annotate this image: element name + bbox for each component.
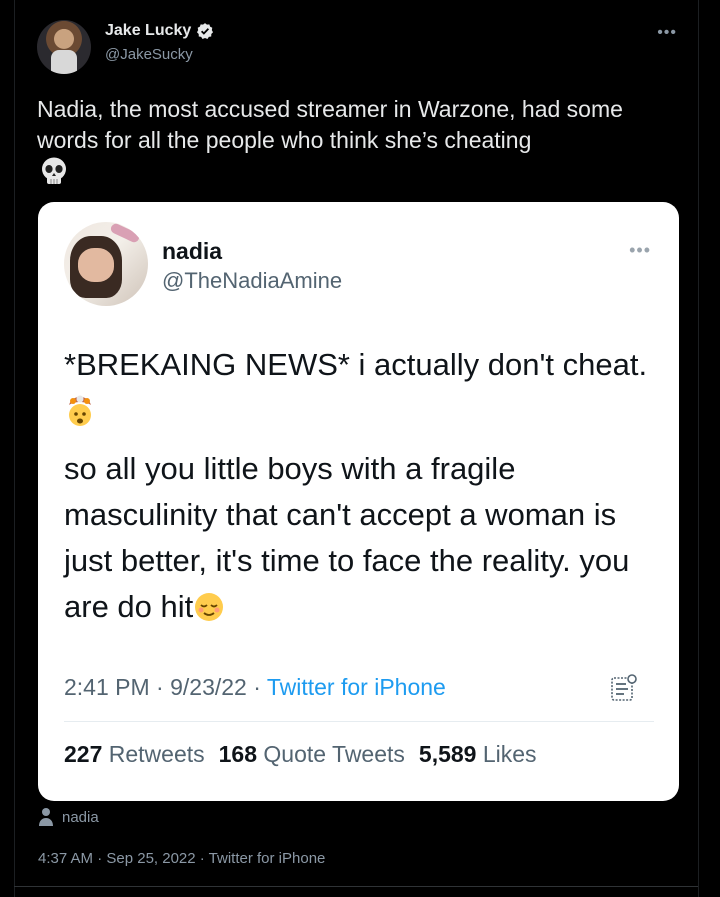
outer-tweet-timestamp[interactable]: 4:37 AM · Sep 25, 2022 · Twitter for iPh… — [38, 850, 325, 867]
outer-author-handle[interactable]: @JakeSucky — [105, 46, 193, 63]
quoted-author-name[interactable]: nadia — [162, 238, 222, 265]
outer-author-avatar[interactable] — [37, 20, 91, 74]
card-divider — [64, 721, 654, 722]
more-options-icon[interactable]: ••• — [657, 24, 677, 42]
person-icon — [39, 808, 53, 826]
tagged-person[interactable]: nadia — [38, 807, 99, 827]
quoted-tweet-stats: 227 Retweets 168 Quote Tweets 5,589 Like… — [64, 741, 537, 768]
quoted-author-avatar[interactable] — [64, 222, 148, 306]
quoted-tweet-source[interactable]: Twitter for iPhone — [267, 674, 446, 700]
tweet-stats-icon[interactable] — [608, 672, 640, 704]
verified-badge-icon — [197, 23, 214, 39]
more-options-icon[interactable]: ••• — [629, 240, 651, 261]
retweets-stat[interactable]: 227 Retweets — [64, 741, 205, 768]
quoted-paragraph-1: *BREKAING NEWS* i actually don't cheat. — [64, 342, 664, 434]
quoted-tweet-time[interactable]: 2:41 PM · 9/23/22 · — [64, 674, 267, 700]
quoted-tweet-text: *BREKAING NEWS* i actually don't cheat. … — [64, 342, 664, 630]
quoted-author-handle[interactable]: @TheNadiaAmine — [162, 268, 342, 294]
right-border — [698, 0, 699, 897]
quoted-tweet-meta: 2:41 PM · 9/23/22 · Twitter for iPhone — [64, 674, 446, 701]
outer-tweet-text: Nadia, the most accused streamer in Warz… — [37, 96, 623, 153]
outer-author-name[interactable]: Jake Lucky — [105, 22, 191, 40]
outer-tweet-header: Jake Lucky @JakeSucky ••• — [37, 18, 677, 74]
relieved-face-emoji-icon — [195, 593, 224, 621]
quoted-paragraph-2: so all you little boys with a fragile ma… — [64, 451, 630, 624]
skull-emoji-icon — [42, 157, 66, 184]
left-border — [14, 0, 15, 897]
exploding-head-emoji-icon — [69, 395, 91, 426]
tagged-person-name: nadia — [62, 808, 99, 826]
quoted-tweet-card[interactable]: nadia @TheNadiaAmine ••• *BREKAING NEWS*… — [38, 202, 679, 801]
quote-tweets-stat[interactable]: 168 Quote Tweets — [219, 741, 405, 768]
bottom-divider — [14, 886, 698, 887]
tweet-screenshot: Jake Lucky @JakeSucky ••• Nadia, the mos… — [0, 0, 720, 897]
likes-stat[interactable]: 5,589 Likes — [419, 741, 537, 768]
